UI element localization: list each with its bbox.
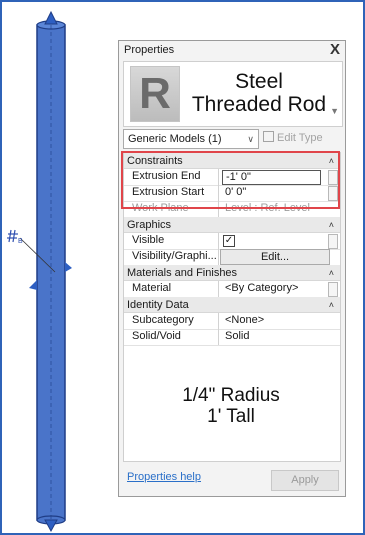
collapse-icon[interactable]: ˄ (329, 217, 334, 233)
bottom-shape-handle-icon[interactable] (44, 519, 58, 533)
section-graphics[interactable]: Graphics ˄ (124, 217, 340, 233)
type-name-line1: Steel (235, 70, 283, 93)
property-name: Visible (132, 234, 165, 246)
extrusion-end-input[interactable]: -1' 0" (222, 170, 321, 185)
subcategory-value[interactable]: <None> (222, 314, 319, 327)
type-name-line2: Threaded Rod (191, 93, 327, 116)
edit-type-icon (263, 131, 274, 142)
left-arrow-icon[interactable] (29, 280, 37, 290)
property-name: Solid/Void (132, 330, 181, 342)
property-row-subcategory[interactable]: Subcategory <None> (124, 313, 340, 330)
section-identity[interactable]: Identity Data ˄ (124, 297, 340, 313)
top-shape-handle-icon[interactable] (44, 10, 58, 25)
selection-filter-row: Generic Models (1) ∨ Edit Type (123, 129, 341, 149)
type-selector-header[interactable]: R Steel Threaded Rod ▼ (123, 61, 343, 127)
property-row-material[interactable]: Material <By Category> (124, 281, 340, 298)
associate-parameter-button[interactable] (328, 186, 338, 201)
workplane-icon[interactable] (7, 229, 18, 243)
property-name: Material (132, 282, 172, 294)
chevron-down-icon[interactable]: ▼ (330, 106, 339, 116)
property-row-visible[interactable]: Visible ✓ (124, 233, 340, 250)
visibility-edit-button[interactable]: Edit... (220, 249, 330, 265)
annotation-line2: 1' Tall (207, 406, 255, 427)
family-type-icon: R (130, 66, 180, 122)
property-row-work-plane[interactable]: Work Plane Level : Ref. Level (124, 201, 340, 218)
extrusion-start-value[interactable]: 0' 0" (222, 186, 319, 199)
material-value[interactable]: <By Category> (222, 282, 319, 295)
selection-filter-dropdown[interactable]: Generic Models (1) ∨ (123, 129, 259, 149)
properties-panel: Properties X R Steel Threaded Rod ▼ Gene… (118, 40, 346, 497)
chevron-down-icon: ∨ (247, 134, 254, 144)
section-constraints[interactable]: Constraints ˄ (124, 153, 340, 169)
type-name: Steel Threaded Rod (176, 70, 342, 116)
property-row-visibility-graphics[interactable]: Visibility/Graphi... Edit... (124, 249, 340, 266)
workplane-label: B (18, 238, 23, 245)
property-name: Work Plane (132, 202, 189, 214)
property-name: Subcategory (132, 314, 194, 326)
collapse-icon[interactable]: ˄ (329, 265, 334, 281)
edit-type-label: Edit Type (277, 132, 323, 144)
edit-type-button[interactable]: Edit Type (263, 131, 323, 144)
dimension-annotation: 1/4" Radius 1' Tall (123, 385, 339, 427)
property-name: Visibility/Graphi... (132, 250, 217, 262)
associate-parameter-button[interactable] (328, 234, 338, 249)
right-arrow-icon[interactable] (65, 262, 72, 272)
collapse-icon[interactable]: ˄ (329, 153, 334, 169)
property-name: Extrusion Start (132, 186, 205, 198)
section-label: Graphics (127, 219, 172, 231)
collapse-icon[interactable]: ˄ (329, 297, 334, 313)
panel-title: Properties (124, 44, 175, 56)
property-name: Extrusion End (132, 170, 201, 182)
visible-checkbox[interactable]: ✓ (223, 235, 235, 247)
associate-parameter-button[interactable] (328, 282, 338, 297)
associate-parameter-button[interactable] (328, 170, 338, 185)
section-materials[interactable]: Materials and Finishes ˄ (124, 265, 340, 281)
panel-titlebar[interactable]: Properties X (119, 41, 345, 59)
property-row-extrusion-end[interactable]: Extrusion End -1' 0" (124, 169, 340, 186)
properties-help-link[interactable]: Properties help (127, 471, 201, 483)
section-label: Identity Data (127, 299, 189, 311)
section-label: Constraints (127, 155, 183, 167)
solid-void-value[interactable]: Solid (222, 330, 319, 343)
close-icon[interactable]: X (330, 41, 340, 58)
apply-button[interactable]: Apply (271, 470, 339, 491)
property-row-solid-void[interactable]: Solid/Void Solid (124, 329, 340, 346)
annotation-line1: 1/4" Radius (182, 385, 280, 406)
work-plane-value: Level : Ref. Level (225, 202, 310, 214)
selection-filter-value: Generic Models (1) (128, 133, 222, 145)
section-label: Materials and Finishes (127, 267, 238, 279)
property-row-extrusion-start[interactable]: Extrusion Start 0' 0" (124, 185, 340, 202)
